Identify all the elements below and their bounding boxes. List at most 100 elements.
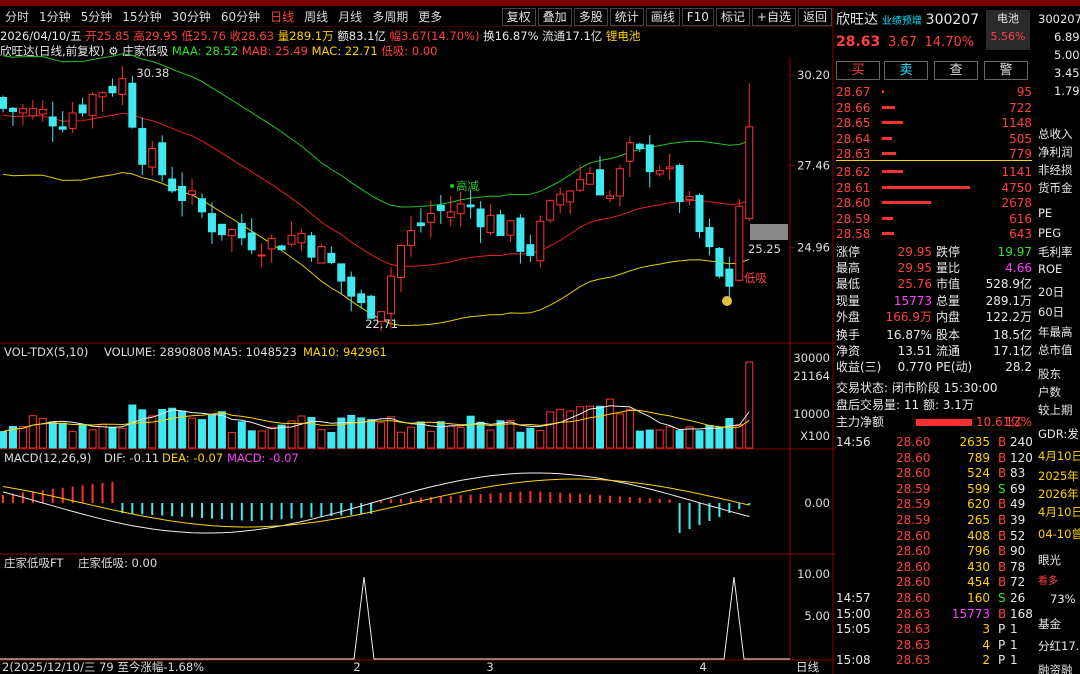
quote-button-2[interactable]: 查 [934, 61, 978, 80]
volume-bar [426, 430, 435, 449]
quote-button-0[interactable]: 买 [836, 61, 880, 80]
candle-body [456, 203, 465, 215]
far-label-12: 股东 [1038, 367, 1061, 381]
tick-price: 28.60 [896, 544, 931, 559]
price-tick-2: 24.96 [797, 241, 830, 255]
tick-row: 28.60 789 B 120 [836, 450, 1032, 466]
sector-name: 电池 [997, 12, 1019, 25]
volume-bar [466, 415, 475, 449]
tick-row: 15:00 28.63 15773 B1680 [836, 606, 1032, 622]
volume-bar [586, 405, 595, 449]
volume-bar [58, 422, 67, 449]
tick-price: 28.63 [896, 637, 931, 652]
volume-bar [416, 421, 425, 449]
quote-pct: 14.70% [924, 35, 975, 50]
candle-body [566, 190, 575, 203]
book-volume: 779 [1009, 147, 1032, 162]
candle-body [476, 208, 485, 228]
tick-side: B [998, 466, 1007, 481]
stat-value: 29.95 [897, 261, 932, 276]
volume-bar [237, 421, 246, 449]
tick-count: 90 [1010, 544, 1026, 559]
quote-button-3[interactable]: 警 [984, 61, 1028, 80]
book-bar [882, 105, 895, 109]
chart-area[interactable]: 30.38 22.71 高减低吸 25.25 30.20 27.46 24.96 VOL-TD… [0, 0, 835, 674]
tick-time: 14:57 [836, 591, 871, 605]
orderbook-row: 28.60 2678 [836, 195, 1032, 211]
tick-side: P [998, 653, 1006, 668]
tick-price: 28.60 [896, 559, 931, 574]
month-label-0: 2 [353, 660, 360, 674]
candle-body [287, 234, 296, 245]
candle-body [327, 252, 336, 263]
tick-count: 1 [1010, 637, 1018, 652]
book-price: 28.61 [836, 180, 871, 195]
sector-box[interactable]: 电池 5.56% [986, 10, 1030, 50]
candle-body [506, 220, 515, 236]
volume-bar [0, 431, 7, 449]
far-date-0: 4月10日 [1038, 449, 1080, 463]
vol-tick-1: 21164 [793, 369, 830, 383]
candle-body [426, 213, 435, 223]
tick-volume: 265 [967, 513, 990, 527]
stat-label: 跌停 [936, 245, 961, 259]
low-label: 22.71 [365, 317, 398, 331]
orderbook-row: 28.64 505 [836, 131, 1032, 147]
candle-body [207, 213, 216, 233]
volume-bar [725, 417, 734, 449]
macd-macd: MACD: -0.07 [227, 451, 299, 465]
tick-side: B [998, 544, 1007, 559]
quote-price: 28.63 [836, 34, 881, 50]
tick-count: 240 [1010, 435, 1032, 449]
tick-row: 28.60 524 B 83 [836, 465, 1032, 481]
price-tick-0: 30.20 [797, 68, 830, 82]
tick-count: 120 [1010, 450, 1032, 465]
candle-body [227, 229, 236, 237]
candle-body [695, 194, 704, 233]
trade-status-row: 交易状态: 闭市阶段 15:30:00 [836, 380, 1032, 396]
tick-row: 28.63 4 P 1 [836, 637, 1032, 653]
tick-price: 28.63 [896, 653, 931, 668]
tick-side: B [998, 606, 1007, 621]
after-hours: 盘后交易量: 11 额: 3.1万 [836, 398, 974, 412]
tick-price: 28.60 [896, 466, 931, 481]
tick-count: 69 [1010, 481, 1026, 496]
candle-body [516, 217, 525, 252]
tick-count: 1 [1010, 622, 1018, 637]
stat-label: 换手 [836, 328, 861, 342]
stat-label: 量比 [936, 261, 961, 276]
candle-body [188, 190, 197, 196]
volume-bar [98, 423, 107, 449]
orderbook-row: 28.62 1141 [836, 164, 1032, 180]
stat-value: 25.76 [897, 277, 932, 292]
quote-button-1[interactable]: 卖 [884, 61, 928, 80]
tick-time: 15:05 [836, 622, 871, 637]
tick-row: 28.59 620 B 49 [836, 496, 1032, 512]
far-score: 分红17. [1038, 639, 1080, 653]
volume-bar [88, 429, 97, 449]
stat-label: 净资 [836, 344, 861, 359]
main-flow-row[interactable]: 主力净额 10.61亿 13% [836, 414, 1032, 430]
volume-bar [645, 429, 654, 449]
far-label-11: 总市值 [1038, 343, 1073, 357]
stat-label: 内盘 [936, 309, 961, 324]
tick-row: 14:56 28.60 2635 B 240 [836, 434, 1032, 450]
candle-body [625, 142, 634, 162]
far-fund: 基金 [1038, 617, 1061, 631]
far-date-2: 2026年 [1038, 487, 1079, 501]
tick-row: 28.60 430 B 78 [836, 559, 1032, 575]
tick-count: 39 [1010, 513, 1026, 527]
tick-volume: 160 [967, 591, 990, 605]
book-volume: 722 [1009, 100, 1032, 115]
volume-bar [267, 426, 276, 449]
stat-row: 净资 13.51 流通 17.1亿 [836, 343, 1032, 359]
tick-volume: 620 [967, 497, 990, 512]
tick-time: 15:08 [836, 653, 871, 668]
candle-body [406, 230, 415, 247]
volume-bar [715, 426, 724, 449]
tick-row: 28.59 265 B 39 [836, 512, 1032, 528]
far-date-3: 4月10日 [1038, 505, 1080, 519]
candle-body [397, 245, 405, 278]
dixi-label: 低吸 [744, 271, 767, 285]
tick-price: 28.59 [896, 481, 931, 496]
